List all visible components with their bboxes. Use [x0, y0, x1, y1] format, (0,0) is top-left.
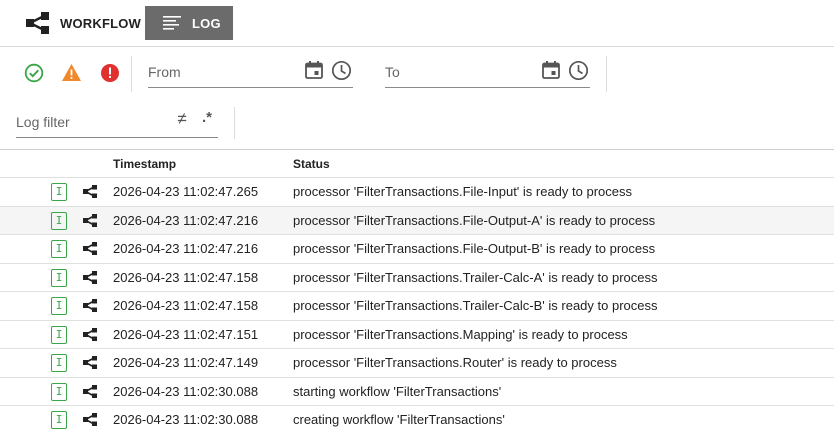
calendar-icon[interactable] [541, 60, 561, 80]
log-table-header: Timestamp Status [0, 150, 834, 178]
clock-icon[interactable] [331, 60, 352, 81]
row-status: processor 'FilterTransactions.Router' is… [293, 355, 617, 370]
warning-filter-icon[interactable] [61, 62, 82, 83]
table-row[interactable]: I 2026-04-23 11:02:47.149 processor 'Fil… [0, 348, 834, 376]
row-status: processor 'FilterTransactions.File-Outpu… [293, 213, 656, 228]
info-level-badge: I [51, 354, 67, 372]
row-timestamp: 2026-04-23 11:02:47.151 [113, 327, 259, 342]
row-timestamp: 2026-04-23 11:02:47.158 [113, 298, 259, 313]
from-date-field[interactable]: From [148, 58, 353, 88]
error-filter-icon[interactable] [99, 62, 120, 83]
table-row[interactable]: I 2026-04-23 11:02:47.216 processor 'Fil… [0, 206, 834, 234]
clock-icon[interactable] [568, 60, 589, 81]
row-timestamp: 2026-04-23 11:02:47.216 [113, 213, 259, 228]
table-row[interactable]: I 2026-04-23 11:02:30.088 creating workf… [0, 405, 834, 433]
info-level-badge: I [51, 183, 67, 201]
row-status: processor 'FilterTransactions.Trailer-Ca… [293, 270, 658, 285]
view-tab-bar: WORKFLOW LOG [0, 0, 834, 47]
row-status: starting workflow 'FilterTransactions' [293, 384, 502, 399]
workflow-icon[interactable] [83, 242, 97, 255]
table-row[interactable]: I 2026-04-23 11:02:47.158 processor 'Fil… [0, 263, 834, 291]
row-timestamp: 2026-04-23 11:02:47.265 [113, 184, 259, 199]
to-date-placeholder: To [385, 64, 400, 80]
row-timestamp: 2026-04-23 11:02:47.158 [113, 270, 259, 285]
info-level-badge: I [51, 383, 67, 401]
tab-workflow[interactable]: WORKFLOW [25, 6, 141, 40]
log-filter-placeholder: Log filter [16, 114, 70, 130]
level-filter-group [23, 62, 120, 83]
column-header-status[interactable]: Status [293, 157, 330, 171]
row-status: processor 'FilterTransactions.File-Outpu… [293, 241, 656, 256]
not-equal-toggle[interactable]: ≠ [175, 109, 189, 129]
workflow-icon[interactable] [83, 328, 97, 341]
workflow-icon[interactable] [83, 214, 97, 227]
info-level-badge: I [51, 411, 67, 429]
divider [131, 56, 132, 92]
row-timestamp: 2026-04-23 11:02:47.216 [113, 241, 259, 256]
success-filter-icon[interactable] [23, 62, 44, 83]
regex-toggle[interactable]: .* [200, 109, 214, 126]
info-level-badge: I [51, 269, 67, 287]
table-row[interactable]: I 2026-04-23 11:02:47.151 processor 'Fil… [0, 320, 834, 348]
workflow-icon[interactable] [83, 185, 97, 198]
tab-workflow-label: WORKFLOW [60, 15, 142, 31]
table-row[interactable]: I 2026-04-23 11:02:30.088 starting workf… [0, 377, 834, 405]
info-level-badge: I [51, 297, 67, 315]
workflow-icon [25, 12, 51, 34]
tab-log-label: LOG [192, 15, 221, 31]
info-level-badge: I [51, 326, 67, 344]
row-timestamp: 2026-04-23 11:02:30.088 [113, 412, 259, 427]
info-level-badge: I [51, 212, 67, 230]
row-status: processor 'FilterTransactions.Mapping' i… [293, 327, 628, 342]
table-row[interactable]: I 2026-04-23 11:02:47.216 processor 'Fil… [0, 234, 834, 262]
workflow-icon[interactable] [83, 356, 97, 369]
table-row[interactable]: I 2026-04-23 11:02:47.265 processor 'Fil… [0, 177, 834, 205]
from-date-placeholder: From [148, 64, 181, 80]
divider [606, 56, 607, 92]
row-status: creating workflow 'FilterTransactions' [293, 412, 505, 427]
divider [234, 107, 235, 139]
workflow-icon[interactable] [83, 271, 97, 284]
workflow-icon[interactable] [83, 413, 97, 426]
info-level-badge: I [51, 240, 67, 258]
row-timestamp: 2026-04-23 11:02:30.088 [113, 384, 259, 399]
log-filter-input[interactable]: Log filter ≠ .* [16, 108, 218, 138]
row-status: processor 'FilterTransactions.Trailer-Ca… [293, 298, 658, 313]
log-list-icon [163, 15, 183, 31]
tab-log[interactable]: LOG [145, 6, 233, 40]
workflow-icon[interactable] [83, 385, 97, 398]
calendar-icon[interactable] [304, 60, 324, 80]
row-status: processor 'FilterTransactions.File-Input… [293, 184, 632, 199]
table-row[interactable]: I 2026-04-23 11:02:47.158 processor 'Fil… [0, 291, 834, 319]
row-timestamp: 2026-04-23 11:02:47.149 [113, 355, 259, 370]
workflow-icon[interactable] [83, 299, 97, 312]
to-date-field[interactable]: To [385, 58, 590, 88]
column-header-timestamp[interactable]: Timestamp [113, 157, 176, 171]
